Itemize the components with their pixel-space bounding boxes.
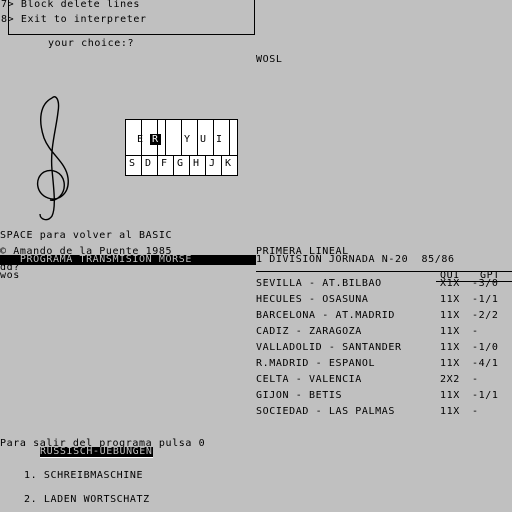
- wos-input[interactable]: wos: [0, 271, 20, 281]
- quiniela-match: CADIZ - ZARAGOZA: [256, 326, 362, 337]
- piano-key-label-f[interactable]: F: [161, 159, 168, 169]
- treble-clef-icon: [37, 96, 69, 221]
- quiniela-qui: 11X: [440, 294, 460, 305]
- quiniela-gpt: -: [472, 326, 479, 337]
- menu-item-8[interactable]: 8> Exit to interpreter: [1, 15, 147, 25]
- quiniela-qui: 11X: [440, 326, 460, 337]
- quiniela-gpt: -1/0: [472, 342, 499, 353]
- russisch-title: RUSSISCH-UEBUNGEN: [40, 446, 153, 458]
- choice-prompt[interactable]: your choice:?: [48, 39, 134, 49]
- quiniela-qui: X1X: [440, 278, 460, 289]
- quiniela-match: VALLADOLID - SANTANDER: [256, 342, 402, 353]
- wosl-label: WOSL: [256, 54, 283, 65]
- piano-key-label-d[interactable]: D: [145, 159, 152, 169]
- quiniela-qui: 2X2: [440, 374, 460, 385]
- piano-key-label-h[interactable]: H: [193, 159, 200, 169]
- quiniela-qui: 11X: [440, 390, 460, 401]
- quiniela-match: BARCELONA - AT.MADRID: [256, 310, 396, 321]
- russisch-option-1[interactable]: 1. SCHREIBMASCHINE: [24, 471, 143, 481]
- piano-key-label-g[interactable]: G: [177, 159, 184, 169]
- quiniela-match: SEVILLA - AT.BILBAO: [256, 278, 382, 289]
- quiniela-qui: 11X: [440, 310, 460, 321]
- piano-key-label-k[interactable]: K: [225, 159, 232, 169]
- quiniela-match: R.MADRID - ESPANOL: [256, 358, 376, 369]
- quiniela-match: HECULES - OSASUNA: [256, 294, 369, 305]
- piano-key-label-i[interactable]: I: [216, 135, 223, 145]
- piano-key-label-u[interactable]: U: [200, 135, 207, 145]
- quiniela-divider: [256, 271, 512, 272]
- quiniela-qui: 11X: [440, 342, 460, 353]
- piano-key-label-e[interactable]: E: [137, 135, 144, 145]
- quiniela-qui: 11X: [440, 406, 460, 417]
- piano-key-label-j[interactable]: J: [209, 159, 216, 169]
- quiniela-gpt: -2/2: [472, 310, 499, 321]
- piano-key-label-y[interactable]: Y: [184, 135, 191, 145]
- quiniela-gpt: -: [472, 374, 479, 385]
- quiniela-match: CELTA - VALENCIA: [256, 374, 362, 385]
- quiniela-qui: 11X: [440, 358, 460, 369]
- quiniela-match: GIJON - BETIS: [256, 390, 343, 401]
- quiniela-gpt: -1/1: [472, 294, 499, 305]
- quiniela-gpt: -4/1: [472, 358, 499, 369]
- quiniela-gpt: -: [472, 406, 479, 417]
- quiniela-match: SOCIEDAD - LAS PALMAS: [256, 406, 396, 417]
- russisch-option-2[interactable]: 2. LADEN WORTSCHATZ: [24, 495, 150, 505]
- piano-key-label-r[interactable]: R: [152, 135, 159, 145]
- quiniela-gpt: -1/1: [472, 390, 499, 401]
- quiniela-subtitle: 1 DIVISION JORNADA N-20 85/86: [256, 254, 455, 265]
- space-message: SPACE para volver al BASIC: [0, 230, 173, 241]
- piano-key-label-s[interactable]: S: [129, 159, 136, 169]
- menu-item-7[interactable]: 7> Block delete lines: [1, 0, 140, 10]
- morse-banner: PROGRAMA TRANSMISION MORSE: [0, 255, 256, 265]
- quiniela-gpt: -3/0: [472, 278, 499, 289]
